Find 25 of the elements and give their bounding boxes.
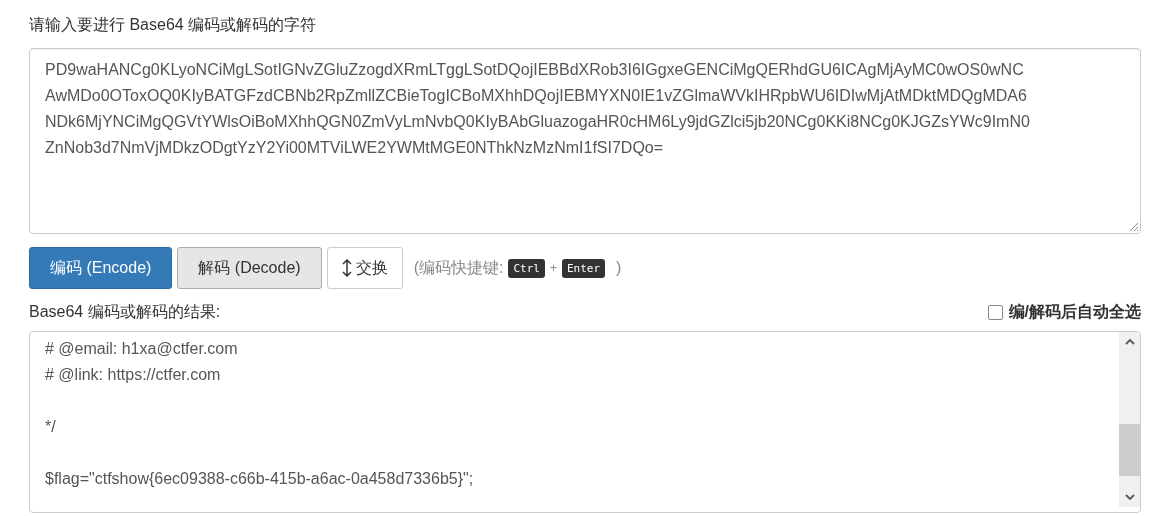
checkbox-icon[interactable]: [987, 305, 1003, 320]
scroll-up-icon: [1124, 338, 1135, 346]
key-label: Ctrl: [508, 258, 545, 278]
result-label: Base64 编码或解码的结果:: [29, 302, 221, 322]
input-label: 请输入要进行 Base64 编码或解码的字符: [29, 15, 318, 35]
shortcut-hint-end: ): [616, 259, 622, 277]
code-line: # @email: h1xa@ctfer.com: [45, 340, 238, 357]
checkbox-label: 编/解码后自动全选: [1008, 302, 1141, 322]
auto-select-checkbox[interactable]: 编/解码后自动全选: [987, 302, 1141, 323]
resize-grip-icon[interactable]: [1127, 220, 1139, 232]
code-line: # @link: https://ctfer.com: [45, 366, 221, 383]
result-textarea[interactable]: # @email: h1xa@ctfer.com # @link: https://ctfer.com */ $flag="ctfshow{6ec09388-c66b-415b-a6ac-0a458d7336b5}";: [29, 331, 1141, 513]
scrollbar[interactable]: [1119, 332, 1140, 507]
code-line: $flag="ctfshow{6ec09388-c66b-415b-a6ac-0a458d7336b5}";: [45, 470, 474, 487]
scroll-down-icon: [1124, 493, 1135, 501]
encode-button[interactable]: 编码 (Encode): [29, 247, 173, 289]
key-label: Enter: [561, 258, 606, 278]
swap-button[interactable]: 交换: [326, 247, 403, 289]
up-down-arrow-icon: [341, 259, 352, 277]
shortcut-hint: (编码快捷键:: [413, 257, 504, 278]
scrollbar-thumb[interactable]: [1119, 424, 1140, 476]
decode-button[interactable]: 解码 (Decode): [177, 247, 322, 289]
plus-sign: +: [549, 261, 557, 275]
code-line: */: [45, 418, 56, 435]
input-textarea[interactable]: PD9waHANCg0KLyoNCiMgLSotIGNvZGluZzogdXRmLTggLSotDQojIEBBdXRob3I6IGgxeGENCiMgQERhdGU6ICAgMjAyMC0wOS0wNC AwMDo0OToxOQ0KIyBATGFzdCBNb2RpZmllZCBieTogICBoMXhhDQojIEBMYXN0IE1vZGlmaWVkIHRpbWU6IDIwMjAtMDktMDQgMDA6 NDk6MjYNCiMgQGVtYWlsOiBoMXhhQGN0ZmVyLmNvbQ0KIyBAbGluazogaHR0cHM6Ly9jdGZlci5jb20NCg0KKi8NCg0KJGZsYWc9ImN0 ZnNob3d7NmVjMDkzODgtYzY2Yi00MTViLWE2YWMtMGE0NThkNzMzNmI1fSI7DQo=: [29, 48, 1141, 234]
